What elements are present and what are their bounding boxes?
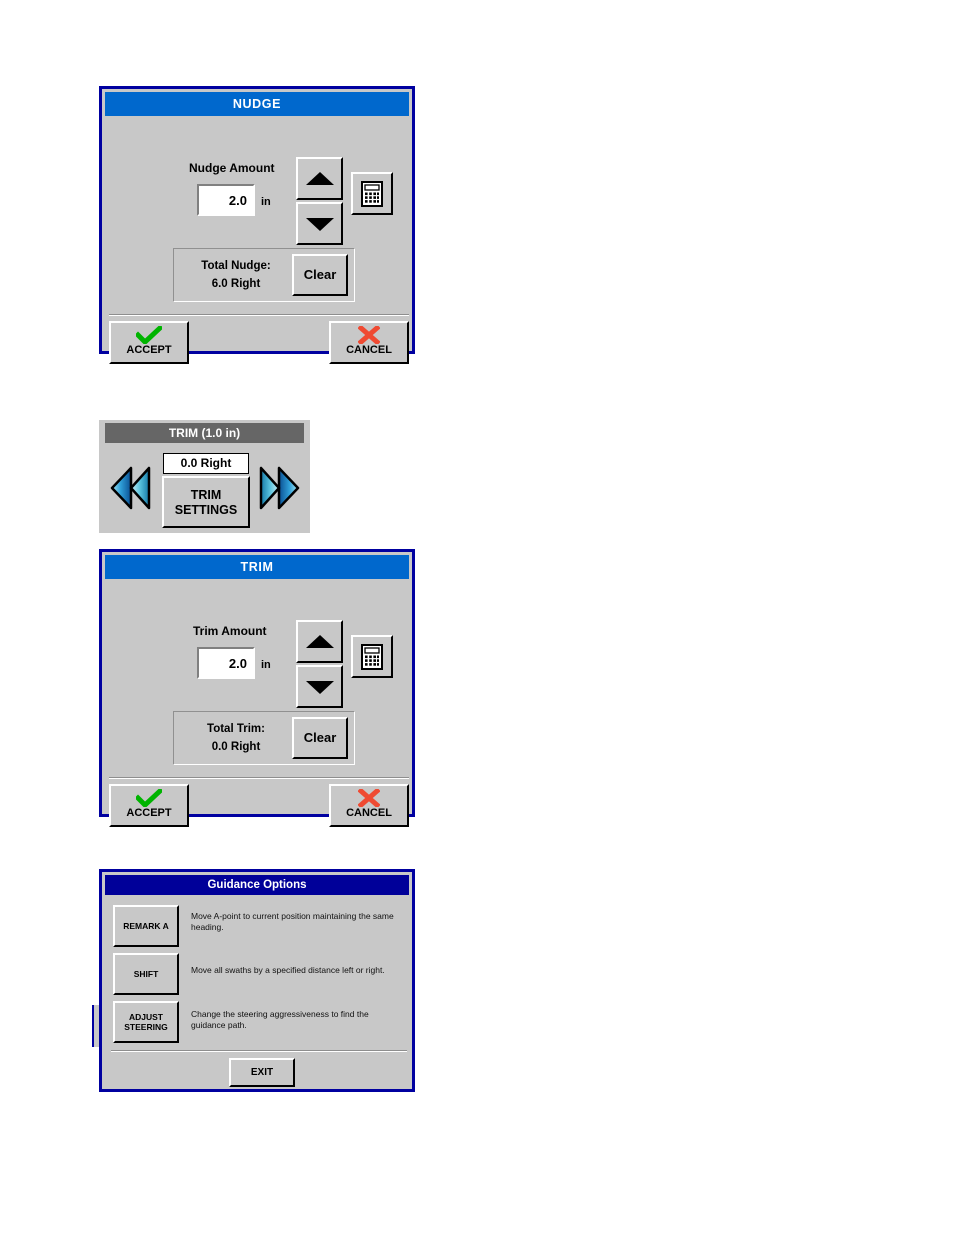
trim-readout: 0.0 Right — [163, 453, 249, 474]
triangle-up-icon — [305, 172, 334, 185]
trim-amount-input[interactable]: 2.0 — [197, 647, 255, 679]
trim-total-label: Total Trim: — [207, 723, 265, 735]
nudge-total-value: 6.0 Right — [211, 278, 261, 290]
remark-a-description: Move A-point to current position maintai… — [191, 911, 394, 932]
trim-keypad-button[interactable] — [351, 635, 393, 678]
red-x-icon — [358, 789, 380, 807]
trim-dialog: TRIM Trim Amount 2.0 in Total Trim: 0.0 … — [99, 549, 415, 827]
nudge-cancel-label: CANCEL — [346, 344, 392, 356]
remark-a-label-line1: REMARK A — [123, 921, 169, 931]
guidance-options-dialog: Guidance Options REMARK A Move A-point t… — [99, 869, 415, 1092]
trim-settings-label-line1: TRIM — [190, 488, 222, 502]
nudge-keypad-button[interactable] — [351, 172, 393, 215]
trim-amount-unit: in — [261, 659, 271, 671]
nudge-amount-label: Nudge Amount — [189, 161, 275, 175]
red-x-icon — [358, 326, 380, 344]
trim-cancel-label: CANCEL — [346, 807, 392, 819]
nudge-amount-input[interactable]: 2.0 — [197, 184, 255, 216]
trim-amount-label: Trim Amount — [193, 624, 267, 638]
triangle-down-icon — [305, 681, 334, 694]
trim-dialog-title: TRIM — [105, 555, 409, 579]
shift-label-line1: SHIFT — [133, 969, 159, 979]
trim-nudge-right-button[interactable] — [255, 464, 301, 512]
trim-increase-button[interactable] — [296, 620, 343, 663]
trim-settings-button[interactable]: TRIM SETTINGS — [162, 476, 250, 528]
shift-description: Move all swaths by a specified distance … — [191, 965, 385, 975]
trim-cancel-button[interactable]: CANCEL — [329, 784, 409, 827]
trim-decrease-button[interactable] — [296, 665, 343, 708]
nudge-cancel-button[interactable]: CANCEL — [329, 321, 409, 364]
nudge-dialog: NUDGE Nudge Amount 2.0 in Total Nudge: 6… — [99, 86, 415, 364]
nudge-dialog-body: Nudge Amount 2.0 in Total Nudge: 6.0 Rig… — [105, 116, 409, 364]
guidance-options-title: Guidance Options — [105, 875, 409, 895]
nudge-amount-unit: in — [261, 196, 271, 208]
trim-nudge-left-button[interactable] — [109, 464, 155, 512]
trim-settings-label-line2: SETTINGS — [174, 503, 238, 517]
guidance-options-body: REMARK A Move A-point to current positio… — [105, 895, 409, 1088]
nudge-increase-button[interactable] — [296, 157, 343, 200]
adjust-steering-label-line1: ADJUST — [128, 1012, 163, 1022]
trim-accept-button[interactable]: ACCEPT — [109, 784, 189, 827]
trim-clear-button[interactable]: Clear — [292, 717, 348, 759]
nudge-separator — [109, 314, 409, 316]
trim-widget: TRIM (1.0 in) 0.0 Right TRIM SETTINGS — [99, 420, 310, 533]
nudge-decrease-button[interactable] — [296, 202, 343, 245]
triangle-down-icon — [305, 218, 334, 231]
double-arrow-right-icon — [255, 466, 301, 516]
green-check-icon — [136, 326, 162, 344]
trim-dialog-body: Trim Amount 2.0 in Total Trim: 0.0 Right… — [105, 579, 409, 827]
nudge-dialog-title: NUDGE — [105, 92, 409, 116]
guidance-exit-button[interactable]: EXIT — [229, 1058, 295, 1087]
double-arrow-left-icon — [109, 466, 155, 516]
nudge-accept-button[interactable]: ACCEPT — [109, 321, 189, 364]
trim-accept-label: ACCEPT — [126, 807, 172, 819]
adjust-steering-label-line2: STEERING — [124, 1022, 168, 1032]
nudge-accept-label: ACCEPT — [126, 344, 172, 356]
calculator-icon — [361, 644, 383, 670]
guidance-separator — [111, 1050, 407, 1052]
nudge-total-label: Total Nudge: — [201, 260, 271, 272]
shift-button[interactable]: SHIFT — [113, 953, 179, 995]
green-check-icon — [136, 789, 162, 807]
trim-widget-title: TRIM (1.0 in) — [105, 423, 304, 443]
remark-a-button[interactable]: REMARK A — [113, 905, 179, 947]
triangle-up-icon — [305, 635, 334, 648]
nudge-clear-button[interactable]: Clear — [292, 254, 348, 296]
adjust-steering-description: Change the steering aggressiveness to fi… — [191, 1009, 369, 1030]
calculator-icon — [361, 181, 383, 207]
adjust-steering-button[interactable]: ADJUST STEERING — [113, 1001, 179, 1043]
trim-total-value: 0.0 Right — [211, 741, 261, 753]
trim-separator — [109, 777, 409, 779]
